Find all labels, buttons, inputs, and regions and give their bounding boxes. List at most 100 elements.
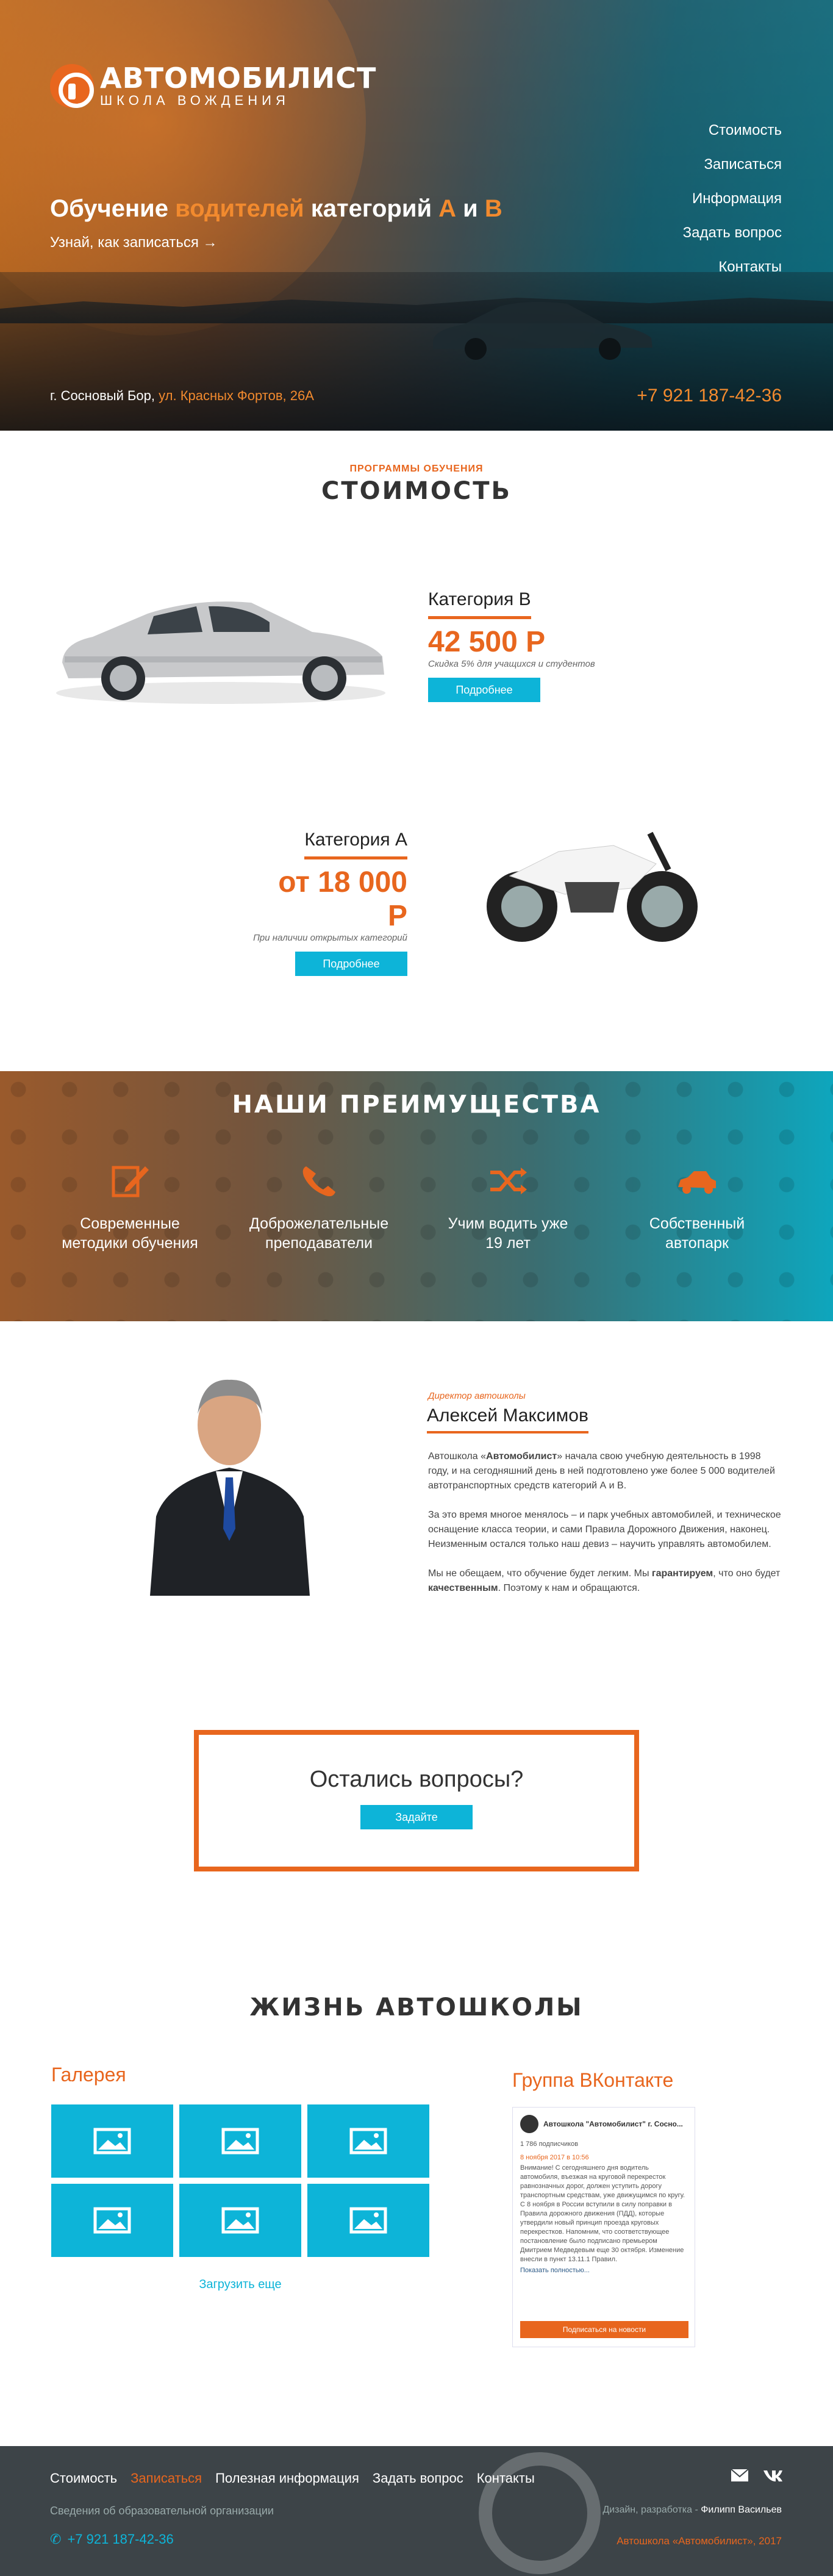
- advantage-line-1: Учим водить уже: [448, 1215, 568, 1232]
- price-card-category-a: Категория А от 18 000 Р При наличии откр…: [251, 830, 407, 976]
- advantage-line-2: методики обучения: [62, 1235, 198, 1252]
- hero-car-image: [433, 301, 652, 360]
- logo-subtitle: ШКОЛА ВОЖДЕНИЯ: [100, 93, 290, 108]
- advantage-line-2: автопарк: [665, 1235, 729, 1252]
- footer-nav: Стоимость Записаться Полезная информация…: [50, 2470, 548, 2486]
- vk-group-header[interactable]: Автошкола "Автомобилист" г. Сосно...: [520, 2115, 687, 2133]
- vk-avatar: [520, 2115, 538, 2133]
- gallery-item[interactable]: [307, 2104, 429, 2178]
- footer-nav-signup[interactable]: Записаться: [130, 2470, 202, 2486]
- director-paragraph: За это время многое менялось – и парк уч…: [428, 1510, 781, 1549]
- footer-phone[interactable]: ✆ +7 921 187-42-36: [50, 2531, 174, 2547]
- questions-box: Остались вопросы? Задайте: [194, 1730, 639, 1871]
- pricing-title: СТОИМОСТЬ: [321, 477, 512, 505]
- signup-link[interactable]: Узнай, как записаться →: [50, 234, 218, 251]
- image-placeholder-icon: [93, 2128, 131, 2154]
- director-paragraph: Мы не обещаем, что обучение будет легким…: [428, 1566, 782, 1596]
- director-section: Директор автошколы Алексей Максимов Авто…: [0, 1321, 833, 1736]
- motorcycle-image: [487, 831, 698, 942]
- director-role: Директор автошколы: [428, 1391, 526, 1401]
- gallery-item[interactable]: [179, 2184, 301, 2257]
- details-button-a[interactable]: Подробнее: [295, 952, 407, 976]
- vk-post-date: 8 ноября 2017 в 10:56: [520, 2154, 589, 2161]
- gallery-title: Галерея: [51, 2064, 126, 2086]
- price-card-price: от 18 000 Р: [278, 866, 407, 932]
- hero-headline: Обучение водителей категорий А и В: [50, 195, 502, 223]
- phone-icon: [302, 1166, 335, 1197]
- footer-nav-contacts[interactable]: Контакты: [477, 2470, 535, 2486]
- advantage-line-2: 19 лет: [485, 1235, 531, 1252]
- vk-group-name: Автошкола "Автомобилист" г. Сосно...: [543, 2120, 683, 2128]
- price-card-note: При наличии открытых категорий: [253, 933, 407, 943]
- nav-item-signup[interactable]: Записаться: [683, 148, 782, 182]
- price-card-title: Категория А: [304, 830, 407, 859]
- vk-widget[interactable]: Автошкола "Автомобилист" г. Сосно... 1 7…: [512, 2107, 695, 2347]
- footer-copyright: Автошкола «Автомобилист», 2017: [617, 2535, 782, 2547]
- price-card-category-b: Категория В 42 500 Р Скидка 5% для учащи…: [428, 589, 595, 702]
- advantage-line-2: преподаватели: [265, 1235, 373, 1252]
- headline-accent: В: [484, 195, 502, 222]
- gallery-item[interactable]: [51, 2104, 173, 2178]
- address-street: ул. Красных Фортов, 26А: [159, 388, 314, 403]
- footer-org-info-link[interactable]: Сведения об образовательной организации: [50, 2505, 274, 2517]
- director-photo: [150, 1379, 310, 1596]
- vk-icon[interactable]: [762, 2468, 782, 2483]
- text-part: Мы не обещаем, что обучение будет легким…: [428, 1568, 652, 1579]
- text-part: , что оно будет: [713, 1568, 781, 1579]
- address-city: г. Сосновый Бор,: [50, 388, 159, 403]
- pricing-section: ПРОГРАММЫ ОБУЧЕНИЯ СТОИМОСТЬ Категория В…: [0, 431, 833, 1071]
- price-card-price: 42 500 Р: [428, 626, 546, 658]
- mail-icon[interactable]: [731, 2468, 749, 2483]
- advantages-title: НАШИ ПРЕИМУЩЕСТВА: [232, 1091, 601, 1119]
- advantage-line-1: Доброжелательные: [249, 1215, 389, 1232]
- headline-accent: А: [438, 195, 457, 222]
- footer-nav-pricing[interactable]: Стоимость: [50, 2470, 117, 2486]
- vk-title: Группа ВКонтакте: [512, 2069, 674, 2091]
- car-image: [56, 601, 385, 704]
- advantage-item: Современные методики обучения: [41, 1163, 218, 1253]
- vk-members: 1 786 подписчиков: [520, 2140, 579, 2148]
- director-text: Автошкола «Автомобилист» начала свою уче…: [428, 1449, 782, 1610]
- ask-button[interactable]: Задайте: [360, 1805, 473, 1829]
- nav-item-pricing[interactable]: Стоимость: [683, 113, 782, 148]
- image-placeholder-icon: [221, 2207, 259, 2234]
- nav-item-info[interactable]: Информация: [683, 182, 782, 216]
- headline-part: категорий: [304, 195, 439, 222]
- headline-part: и: [456, 195, 485, 222]
- director-paragraph: Автошкола «Автомобилист» начала свою уче…: [428, 1449, 782, 1493]
- headline-part: Обучение: [50, 195, 176, 222]
- text-strong: гарантируем: [651, 1568, 713, 1579]
- details-button-b[interactable]: Подробнее: [428, 678, 540, 702]
- pricing-kicker: ПРОГРАММЫ ОБУЧЕНИЯ: [349, 464, 484, 474]
- image-placeholder-icon: [349, 2128, 387, 2154]
- hero-phone[interactable]: +7 921 187-42-36: [637, 386, 782, 406]
- vk-post-text: Внимание! С сегодняшнего дня водитель ав…: [520, 2164, 685, 2263]
- hero-field: [0, 272, 833, 431]
- text-strong: Автомобилист: [486, 1451, 557, 1462]
- footer-social: [717, 2468, 782, 2483]
- logo-title: АВТОМОБИЛИСТ: [100, 62, 377, 95]
- gallery-item[interactable]: [51, 2184, 173, 2257]
- page: АВТОМОБИЛИСТ ШКОЛА ВОЖДЕНИЯ Стоимость За…: [0, 0, 833, 2576]
- image-placeholder-icon: [221, 2128, 259, 2154]
- footer-nav-ask[interactable]: Задать вопрос: [373, 2470, 463, 2486]
- nav-item-contacts[interactable]: Контакты: [683, 250, 782, 284]
- advantage-line-1: Собственный: [649, 1215, 745, 1232]
- advantage-item: Собственный автопарк: [609, 1163, 785, 1253]
- advantages-section: НАШИ ПРЕИМУЩЕСТВА Современные методики о…: [0, 1071, 833, 1321]
- footer-nav-info[interactable]: Полезная информация: [215, 2470, 359, 2486]
- text-part: . Поэтому к нам и обращаются.: [498, 1583, 640, 1593]
- gallery-item[interactable]: [179, 2104, 301, 2178]
- image-placeholder-icon: [93, 2207, 131, 2234]
- vk-show-more[interactable]: Показать полностью...: [520, 2267, 687, 2274]
- price-card-title: Категория В: [428, 589, 531, 619]
- address: г. Сосновый Бор, ул. Красных Фортов, 26А: [50, 388, 314, 404]
- image-placeholder-icon: [349, 2207, 387, 2234]
- gallery-item[interactable]: [307, 2184, 429, 2257]
- nav-item-ask[interactable]: Задать вопрос: [683, 216, 782, 250]
- advantage-item: Учим водить уже 19 лет: [420, 1163, 596, 1253]
- questions-title: Остались вопросы?: [309, 1767, 524, 1792]
- load-more-link[interactable]: Загрузить еще: [51, 2278, 429, 2292]
- logo[interactable]: АВТОМОБИЛИСТ ШКОЛА ВОЖДЕНИЯ: [50, 63, 376, 109]
- vk-subscribe-button[interactable]: Подписаться на новости: [520, 2321, 688, 2338]
